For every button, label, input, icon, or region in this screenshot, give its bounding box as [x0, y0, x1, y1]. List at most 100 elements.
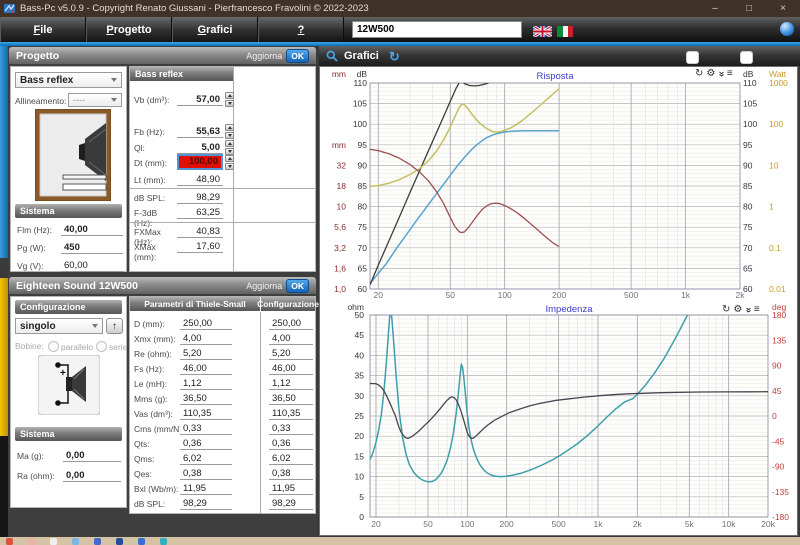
ts-value-1[interactable]: 46,00 — [180, 362, 232, 375]
ts-value-2[interactable]: 98,29 — [269, 497, 313, 510]
br-2-label: Ql: — [134, 143, 176, 153]
ts-value-2[interactable]: 1,12 — [269, 377, 313, 390]
ts-value-2[interactable]: 46,00 — [269, 362, 313, 375]
taskbar-app-icon[interactable] — [6, 538, 13, 545]
progetto-ok-button[interactable]: OK — [286, 49, 309, 63]
taskbar-app-icon[interactable] — [160, 538, 167, 545]
ts-value-1[interactable]: 98,29 — [180, 497, 232, 510]
ts-value-2[interactable]: 4,00 — [269, 332, 313, 345]
svg-text:180: 180 — [772, 310, 786, 320]
radio-parallelo-label: parallelo — [61, 342, 93, 352]
driver-ok-button[interactable]: OK — [286, 279, 309, 293]
italy-flag-icon[interactable] — [557, 24, 573, 42]
ts-value-2[interactable]: 110,35 — [269, 407, 313, 420]
ts-value-2[interactable]: 36,50 — [269, 392, 313, 405]
refresh-icon[interactable]: ↻ — [695, 69, 703, 79]
ts-value-1[interactable]: 1,12 — [180, 377, 232, 390]
ts-value-1[interactable]: 11,95 — [180, 482, 232, 495]
menu-item-grafici[interactable]: Grafici — [172, 17, 258, 42]
radio-parallelo[interactable]: parallelo — [48, 341, 93, 352]
sistema-0-value[interactable]: 40,00 — [61, 223, 123, 236]
ts-value-2[interactable]: 0,33 — [269, 422, 313, 435]
gear-icon[interactable]: ⚙ — [706, 69, 715, 79]
progetto-title: Progetto — [16, 50, 59, 62]
taskbar-app-icon[interactable] — [28, 538, 35, 545]
svg-text:50: 50 — [355, 310, 365, 320]
br-7-value[interactable]: 63,25 — [177, 206, 223, 219]
risposta-chart[interactable]: 20501002005001k2kmmmm3218105,63,21,61,0d… — [320, 67, 797, 301]
svg-text:10: 10 — [355, 472, 365, 482]
ts-value-1[interactable]: 6,02 — [180, 452, 232, 465]
sistema-2-value[interactable]: 60,00 — [61, 259, 123, 272]
uk-flag-icon[interactable] — [533, 24, 552, 42]
ts-value-1[interactable]: 4,00 — [180, 332, 232, 345]
br-4-value[interactable]: 48,90 — [177, 173, 223, 186]
drv-sistema-0-label: Ma (g): — [17, 451, 59, 461]
menu-icon[interactable]: ≡ — [754, 305, 760, 315]
impedenza-chart[interactable]: 20501002005001k2k5k10k20kohm504540353025… — [320, 301, 797, 537]
ts-value-2[interactable]: 6,02 — [269, 452, 313, 465]
progetto-header: Progetto Aggiorna OK — [9, 47, 316, 64]
ts-value-2[interactable]: 5,20 — [269, 347, 313, 360]
svg-text:0: 0 — [359, 512, 364, 522]
taskbar-app-icon[interactable] — [116, 538, 123, 545]
taskbar-app-icon[interactable] — [138, 538, 145, 545]
gear-icon[interactable]: ⚙ — [733, 305, 742, 315]
grafici-checkbox-1[interactable] — [686, 51, 699, 64]
allineamento-label: Allineamento: — [15, 96, 67, 106]
close-button[interactable]: × — [766, 0, 800, 17]
globe-icon[interactable] — [780, 22, 794, 36]
br-0-value[interactable]: 57,00 — [177, 93, 223, 106]
menu-item-help[interactable]: ? — [258, 17, 344, 42]
br-1-value[interactable]: 55,63 — [177, 125, 223, 138]
driver-load-button[interactable]: ↑ — [106, 318, 123, 334]
drv-sistema-1-value[interactable]: 0,00 — [63, 469, 121, 482]
taskbar-app-icon[interactable] — [94, 538, 101, 545]
taskbar-app-icon[interactable] — [50, 538, 57, 545]
br-9-value[interactable]: 40,83 — [177, 225, 223, 238]
menu-item-file[interactable]: File — [0, 17, 86, 42]
refresh-icon[interactable]: ↻ — [389, 50, 400, 63]
box-type-dropdown[interactable]: Bass reflex — [15, 72, 122, 88]
project-name-input[interactable] — [352, 21, 522, 38]
minimize-button[interactable]: – — [698, 0, 732, 17]
svg-text:20: 20 — [374, 290, 384, 300]
refresh-icon[interactable]: ↻ — [722, 305, 730, 315]
chevron-down-icon — [111, 98, 117, 102]
ts-value-1[interactable]: 36,50 — [180, 392, 232, 405]
collapse-icon[interactable]: » — [743, 307, 753, 313]
br-2-value[interactable]: 5,00 — [177, 141, 223, 154]
ts-value-2[interactable]: 0,36 — [269, 437, 313, 450]
ts-value-1[interactable]: 5,20 — [180, 347, 232, 360]
box-type-value: Bass reflex — [20, 75, 73, 86]
configurazione-dropdown[interactable]: singolo — [15, 318, 103, 334]
collapse-icon[interactable]: » — [716, 71, 726, 77]
radio-serie[interactable]: serie — [96, 341, 127, 352]
grafici-checkbox-2[interactable] — [740, 51, 753, 64]
search-icon[interactable] — [326, 50, 338, 62]
br-2-spinner[interactable] — [225, 140, 234, 155]
ts-value-2[interactable]: 11,95 — [269, 482, 313, 495]
br-1-spinner[interactable] — [225, 124, 234, 139]
ts-value-1[interactable]: 0,33 — [180, 422, 232, 435]
ts-value-1[interactable]: 250,00 — [180, 317, 232, 330]
drv-sistema-0-value[interactable]: 0,00 — [63, 449, 121, 462]
ts-value-1[interactable]: 0,38 — [180, 467, 232, 480]
br-10-value[interactable]: 17,60 — [177, 240, 223, 253]
taskbar-app-icon[interactable] — [72, 538, 79, 545]
ts-value-1[interactable]: 0,36 — [180, 437, 232, 450]
progetto-fold-accent — [0, 46, 8, 258]
sistema-1-value[interactable]: 450 — [61, 241, 123, 254]
ts-value-2[interactable]: 0,38 — [269, 467, 313, 480]
svg-text:110: 110 — [353, 78, 367, 88]
ts-value-2[interactable]: 250,00 — [269, 317, 313, 330]
br-6-value[interactable]: 98,29 — [177, 191, 223, 204]
br-3-spinner[interactable] — [225, 155, 234, 170]
menu-item-progetto[interactable]: Progetto — [86, 17, 172, 42]
br-3-value[interactable]: 100,00 — [177, 154, 223, 170]
maximize-button[interactable]: □ — [732, 0, 766, 17]
allineamento-dropdown[interactable]: ---- — [68, 93, 122, 107]
br-0-spinner[interactable] — [225, 92, 234, 107]
ts-value-1[interactable]: 110,35 — [180, 407, 232, 420]
menu-icon[interactable]: ≡ — [727, 69, 733, 79]
